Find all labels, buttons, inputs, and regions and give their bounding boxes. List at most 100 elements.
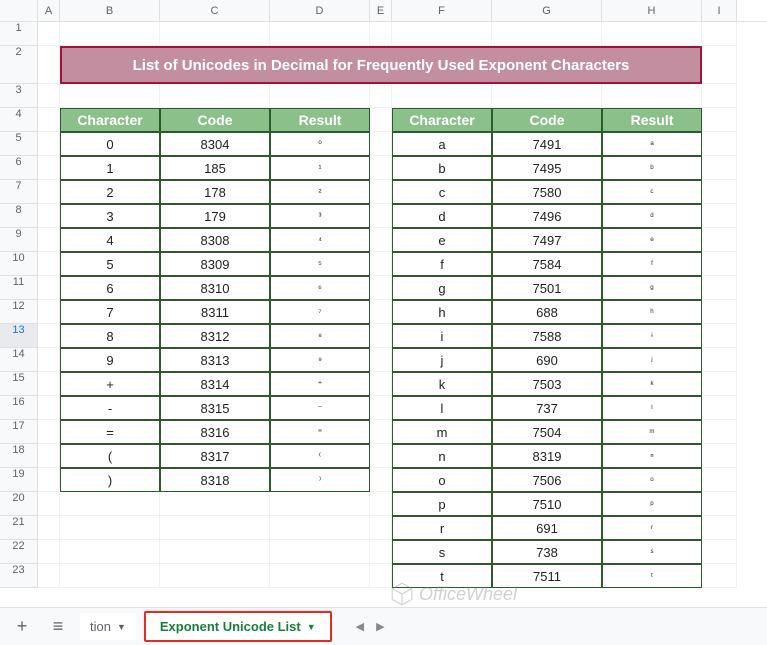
cell[interactable] (270, 516, 370, 540)
cell[interactable] (38, 228, 60, 252)
table1-code[interactable]: 8313 (160, 348, 270, 372)
table1-result[interactable]: ² (270, 180, 370, 204)
table2-result[interactable]: ᶜ (602, 180, 702, 204)
table1-char[interactable]: 0 (60, 132, 160, 156)
cell[interactable] (702, 492, 737, 516)
cell[interactable] (38, 108, 60, 132)
table2-code[interactable]: 737 (492, 396, 602, 420)
table1-char[interactable]: 5 (60, 252, 160, 276)
table2-code[interactable]: 688 (492, 300, 602, 324)
row-header-3[interactable]: 3 (0, 84, 38, 108)
row-header-23[interactable]: 23 (0, 564, 38, 588)
table1-result[interactable]: ³ (270, 204, 370, 228)
table1-char[interactable]: + (60, 372, 160, 396)
chevron-down-icon[interactable]: ▼ (117, 622, 126, 632)
table2-code[interactable]: 7506 (492, 468, 602, 492)
cell[interactable] (370, 324, 392, 348)
table1-char[interactable]: 1 (60, 156, 160, 180)
table2-result[interactable]: ᵇ (602, 156, 702, 180)
table2-result[interactable]: ᵈ (602, 204, 702, 228)
table2-char[interactable]: o (392, 468, 492, 492)
table2-code[interactable]: 7496 (492, 204, 602, 228)
table1-char[interactable]: ( (60, 444, 160, 468)
cell[interactable] (702, 108, 737, 132)
cell[interactable] (702, 156, 737, 180)
table2-code[interactable]: 7511 (492, 564, 602, 588)
cell[interactable] (370, 22, 392, 46)
cell[interactable] (702, 564, 737, 588)
cell[interactable] (38, 180, 60, 204)
cell[interactable] (38, 132, 60, 156)
table1-char[interactable]: 3 (60, 204, 160, 228)
cell[interactable] (38, 204, 60, 228)
table2-result[interactable]: ᶠ (602, 252, 702, 276)
table1-code[interactable]: 8317 (160, 444, 270, 468)
table1-code[interactable]: 8314 (160, 372, 270, 396)
cell[interactable] (492, 84, 602, 108)
table2-char[interactable]: b (392, 156, 492, 180)
cell[interactable] (492, 22, 602, 46)
cell[interactable] (270, 492, 370, 516)
cell[interactable] (370, 276, 392, 300)
table2-code[interactable]: 7588 (492, 324, 602, 348)
cell[interactable] (370, 468, 392, 492)
cell[interactable] (38, 492, 60, 516)
cell[interactable] (60, 492, 160, 516)
cell[interactable] (702, 84, 737, 108)
cell[interactable] (370, 156, 392, 180)
table2-char[interactable]: d (392, 204, 492, 228)
row-header-18[interactable]: 18 (0, 444, 38, 468)
table2-code[interactable]: 7510 (492, 492, 602, 516)
cell[interactable] (602, 84, 702, 108)
table1-result[interactable]: ⁻ (270, 396, 370, 420)
cell[interactable] (370, 516, 392, 540)
add-sheet-button[interactable]: + (8, 613, 36, 641)
cell[interactable] (702, 22, 737, 46)
row-header-2[interactable]: 2 (0, 46, 38, 84)
cell[interactable] (702, 300, 737, 324)
col-header-F[interactable]: F (392, 0, 492, 21)
cell[interactable] (270, 22, 370, 46)
table2-code[interactable]: 7584 (492, 252, 602, 276)
cell[interactable] (38, 348, 60, 372)
sheet-tab-active[interactable]: Exponent Unicode List ▼ (144, 611, 332, 642)
cell[interactable] (270, 540, 370, 564)
row-header-19[interactable]: 19 (0, 468, 38, 492)
cell[interactable] (702, 444, 737, 468)
table1-result[interactable]: ⁸ (270, 324, 370, 348)
row-header-16[interactable]: 16 (0, 396, 38, 420)
row-header-11[interactable]: 11 (0, 276, 38, 300)
col-header-B[interactable]: B (60, 0, 160, 21)
select-all-corner[interactable] (0, 0, 38, 22)
table1-code[interactable]: 8315 (160, 396, 270, 420)
table1-code[interactable]: 8316 (160, 420, 270, 444)
cell[interactable] (370, 204, 392, 228)
row-header-21[interactable]: 21 (0, 516, 38, 540)
table2-result[interactable]: ᶤ (602, 324, 702, 348)
table2-result[interactable]: ᵏ (602, 372, 702, 396)
table2-char[interactable]: c (392, 180, 492, 204)
table1-code[interactable]: 8318 (160, 468, 270, 492)
row-header-7[interactable]: 7 (0, 180, 38, 204)
row-header-12[interactable]: 12 (0, 300, 38, 324)
table2-char[interactable]: h (392, 300, 492, 324)
table2-result[interactable]: ʳ (602, 516, 702, 540)
cell[interactable] (370, 132, 392, 156)
cell[interactable] (702, 372, 737, 396)
table1-char[interactable]: 6 (60, 276, 160, 300)
cell[interactable] (160, 540, 270, 564)
col-header-C[interactable]: C (160, 0, 270, 21)
chevron-down-icon[interactable]: ▼ (307, 622, 316, 632)
cell[interactable] (38, 156, 60, 180)
all-sheets-button[interactable]: ≡ (44, 613, 72, 641)
cell[interactable] (38, 46, 60, 84)
table2-char[interactable]: k (392, 372, 492, 396)
cell[interactable] (702, 348, 737, 372)
cell[interactable] (702, 252, 737, 276)
cell[interactable] (370, 444, 392, 468)
cell[interactable] (160, 492, 270, 516)
cell[interactable] (38, 564, 60, 588)
table2-result[interactable]: ᵉ (602, 228, 702, 252)
table1-char[interactable]: ) (60, 468, 160, 492)
col-header-A[interactable]: A (38, 0, 60, 21)
